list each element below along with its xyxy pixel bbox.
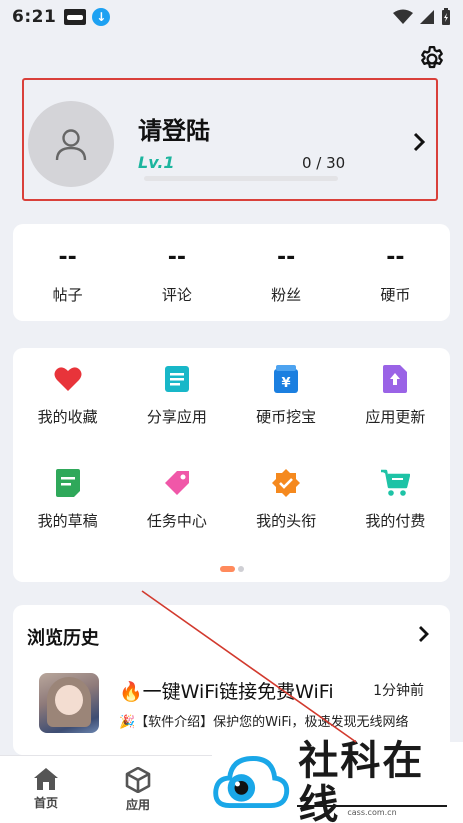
exp-progress-bar [144,176,338,181]
menu-label: 我的付费 [365,512,426,530]
svg-text:¥: ¥ [282,376,291,391]
stat-posts[interactable]: -- 帖子 [13,224,122,321]
menu-label: 我的收藏 [37,408,98,426]
stats-card: -- 帖子 -- 评论 -- 粉丝 -- 硬币 [13,224,450,321]
avatar[interactable] [28,101,114,187]
gear-icon [421,46,443,69]
tag-icon [162,468,192,498]
cart-icon [380,468,411,498]
watermark-logo: 社科在线 cass.com.cn [212,739,463,823]
wifi-icon [393,9,413,24]
watermark-subtext: cass.com.cn [297,805,447,817]
badge-icon [271,468,301,498]
stat-value: -- [167,245,186,270]
stat-label: 粉丝 [271,286,302,304]
stat-label: 硬币 [380,286,411,304]
page-indicator [13,566,450,572]
history-item-desc: 🎉【软件介绍】保护您的WiFi，极速发现无线网络 [119,715,409,730]
user-icon [55,129,87,161]
menu-favorites[interactable]: 我的收藏 [13,364,122,468]
status-time: 6:21 [12,7,57,27]
menu-label: 分享应用 [146,408,207,426]
login-prompt[interactable]: 请登陆 [138,111,210,146]
upload-file-icon [380,364,410,394]
chevron-right-icon[interactable] [412,132,426,156]
stat-label: 帖子 [52,286,83,304]
history-card: 浏览历史 🔥一键WiFi链接免费WiFi 1分钟前 🎉【软件介绍】保护您的WiF… [13,605,450,755]
history-title: 浏览历史 [27,628,99,649]
stat-value: -- [276,245,296,270]
history-item-time: 1分钟前 [373,683,424,699]
history-more-button[interactable] [418,625,430,647]
nav-apps[interactable]: 应用 [92,756,184,823]
menu-paid[interactable]: 我的付费 [341,468,450,572]
menu-label: 硬币挖宝 [256,408,317,426]
download-notification-icon: ↓ [92,8,111,26]
stat-followers[interactable]: -- 粉丝 [232,224,341,321]
stat-label: 评论 [161,286,192,304]
status-bar: 6:21 ↓ [0,0,463,34]
menu-task-center[interactable]: 任务中心 [122,468,231,572]
notification-app-icon [64,9,87,25]
battery-icon [442,8,450,25]
history-item-name[interactable]: 🔥一键WiFi链接免费WiFi [119,677,369,704]
menu-app-updates[interactable]: 应用更新 [341,364,450,468]
menu-label: 我的草稿 [37,512,98,530]
menu-drafts[interactable]: 我的草稿 [13,468,122,572]
menu-label: 任务中心 [146,512,207,530]
app-thumbnail[interactable] [39,673,99,733]
draft-icon [53,468,83,498]
page-dot-active [219,566,235,572]
menu-titles[interactable]: 我的头衔 [232,468,341,572]
page-dot [237,566,244,572]
nav-home[interactable]: 首页 [0,756,92,823]
document-share-icon [162,364,192,394]
cube-icon [125,767,151,793]
stat-value: -- [58,245,77,270]
stat-comments[interactable]: -- 评论 [122,224,231,321]
level-badge: Lv.1 [138,153,175,172]
nav-label: 首页 [33,796,58,810]
menu-label: 应用更新 [365,408,426,426]
cloud-eye-logo-icon [213,755,290,808]
settings-button[interactable] [417,44,447,74]
exp-counter: 0 / 30 [302,154,346,172]
login-card[interactable]: 请登陆 Lv.1 0 / 30 [22,78,438,201]
coin-bag-icon: ¥ [271,364,301,394]
stat-coins[interactable]: -- 硬币 [341,224,450,321]
chevron-right-icon [419,626,429,642]
stat-value: -- [386,245,405,270]
menu-label: 我的头衔 [256,512,317,530]
heart-icon [53,364,83,394]
home-icon [34,768,58,790]
menu-share-app[interactable]: 分享应用 [122,364,231,468]
menu-coin-treasure[interactable]: ¥ 硬币挖宝 [232,364,341,468]
nav-label: 应用 [125,798,150,812]
feature-grid: 我的收藏 分享应用 ¥ 硬币挖宝 应用更新 我的草稿 任务中心 我的头衔 我的付… [13,348,450,582]
signal-icon [420,10,434,24]
